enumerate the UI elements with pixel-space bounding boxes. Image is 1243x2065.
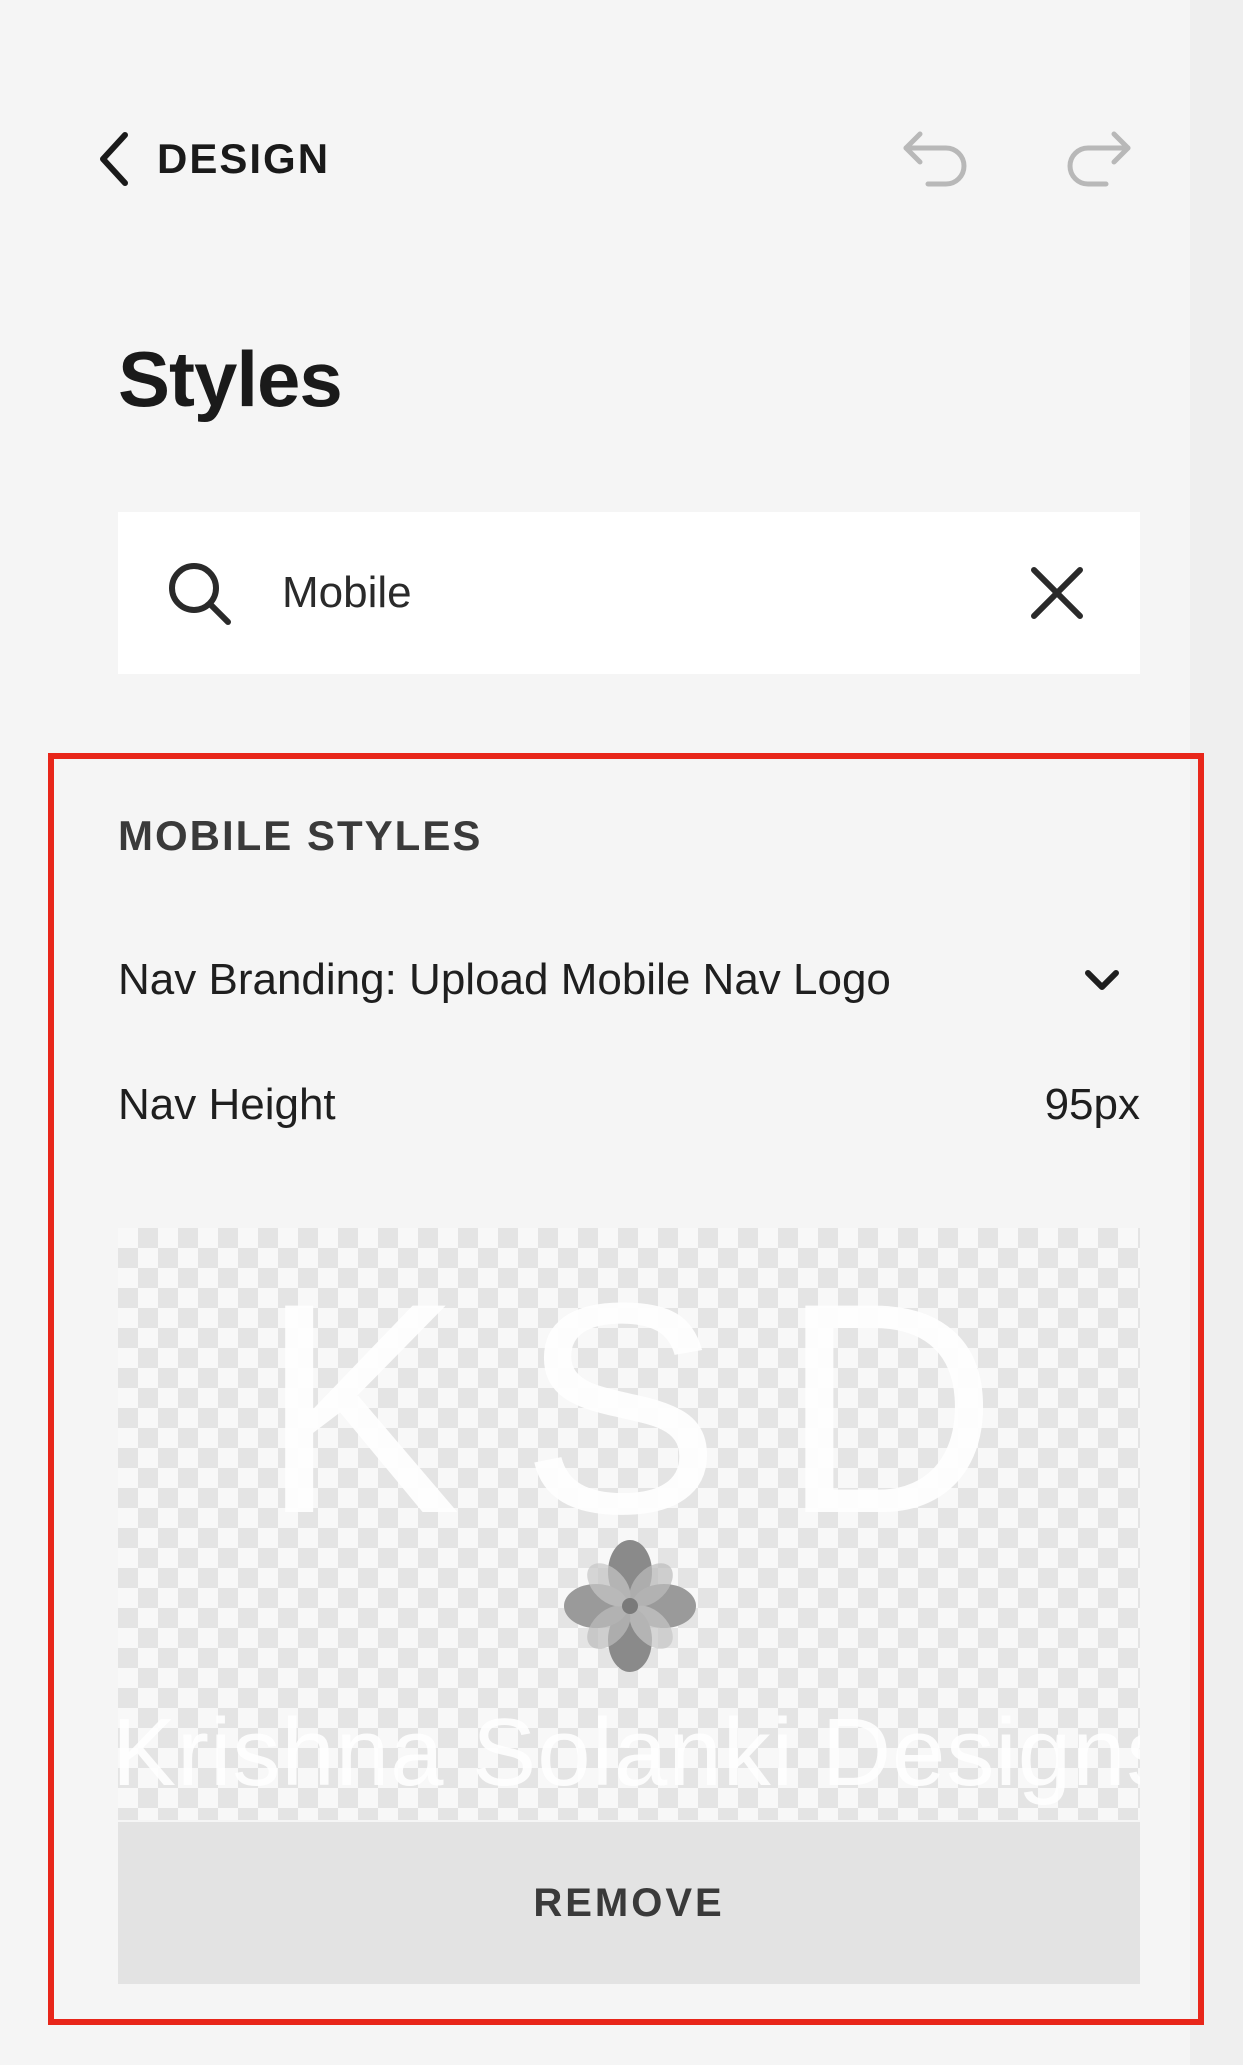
close-icon	[1031, 567, 1083, 619]
panel-header: DESIGN	[0, 0, 1190, 240]
redo-button[interactable]	[1060, 124, 1136, 192]
undo-button[interactable]	[898, 124, 974, 192]
search-input[interactable]	[280, 552, 1064, 634]
remove-logo-button[interactable]: REMOVE	[118, 1822, 1140, 1984]
section-title: MOBILE STYLES	[118, 812, 483, 859]
chevron-down-icon	[1085, 970, 1119, 990]
logo-monogram: KSD	[260, 1240, 1058, 1576]
back-to-design-button[interactable]: DESIGN	[95, 128, 330, 190]
logo-tagline: Krishna Solanki Designs	[118, 1699, 1140, 1806]
nav-height-label: Nav Height	[118, 1080, 336, 1129]
nav-height-value: 95px	[1044, 1080, 1140, 1129]
redo-icon	[1067, 131, 1131, 187]
back-label: DESIGN	[157, 135, 331, 182]
style-search-box	[118, 512, 1140, 674]
page-title: Styles	[118, 335, 343, 423]
search-icon	[169, 563, 231, 625]
nav-branding-label: Nav Branding: Upload Mobile Nav Logo	[118, 955, 891, 1004]
nav-height-row[interactable]: Nav Height 95px	[118, 1065, 1140, 1145]
undo-icon	[903, 131, 967, 187]
clear-search-button[interactable]	[1026, 562, 1088, 624]
nav-branding-row[interactable]: Nav Branding: Upload Mobile Nav Logo	[118, 940, 1140, 1020]
logo-preview: KSD Krishna Solanki Designs	[118, 1228, 1140, 1820]
pinwheel-logo-icon	[564, 1540, 696, 1672]
chevron-left-icon	[100, 132, 128, 186]
